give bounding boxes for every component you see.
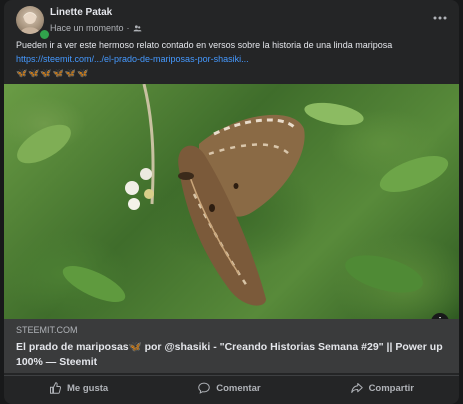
more-icon[interactable] [433, 12, 447, 20]
share-icon [350, 383, 363, 393]
like-label: Me gusta [67, 382, 109, 394]
butterfly-photo[interactable] [4, 84, 459, 319]
post-link[interactable]: https://steemit.com/.../el-prado-de-mari… [16, 54, 249, 64]
link-preview[interactable]: STEEMIT.COM El prado de mariposas🦋 por @… [4, 319, 459, 373]
post-actions: Me gusta Comentar Compartir [4, 375, 459, 400]
post-text: Pueden ir a ver este hermoso relato cont… [16, 40, 393, 50]
share-button[interactable]: Compartir [350, 382, 414, 394]
post-card: Linette Patak Hace un momento · Pueden i… [4, 0, 459, 404]
post-meta: Hace un momento · [50, 23, 142, 33]
post-header: Linette Patak Hace un momento · [16, 6, 447, 42]
comment-button[interactable]: Comentar [198, 382, 261, 394]
post-time[interactable]: Hace un momento [50, 23, 124, 33]
meta-separator: · [126, 23, 130, 33]
friends-icon [133, 24, 141, 31]
thumbs-up-icon [50, 382, 61, 394]
link-domain: STEEMIT.COM [16, 325, 78, 335]
post-emojis: 🦋🦋🦋🦋🦋🦋 [16, 68, 90, 78]
comment-label: Comentar [216, 382, 261, 394]
share-label: Compartir [368, 382, 414, 394]
link-title[interactable]: El prado de mariposas🦋 por @shasiki - "C… [16, 340, 447, 370]
like-button[interactable]: Me gusta [49, 382, 108, 394]
comment-icon [198, 382, 210, 394]
author-name[interactable]: Linette Patak [50, 7, 112, 18]
